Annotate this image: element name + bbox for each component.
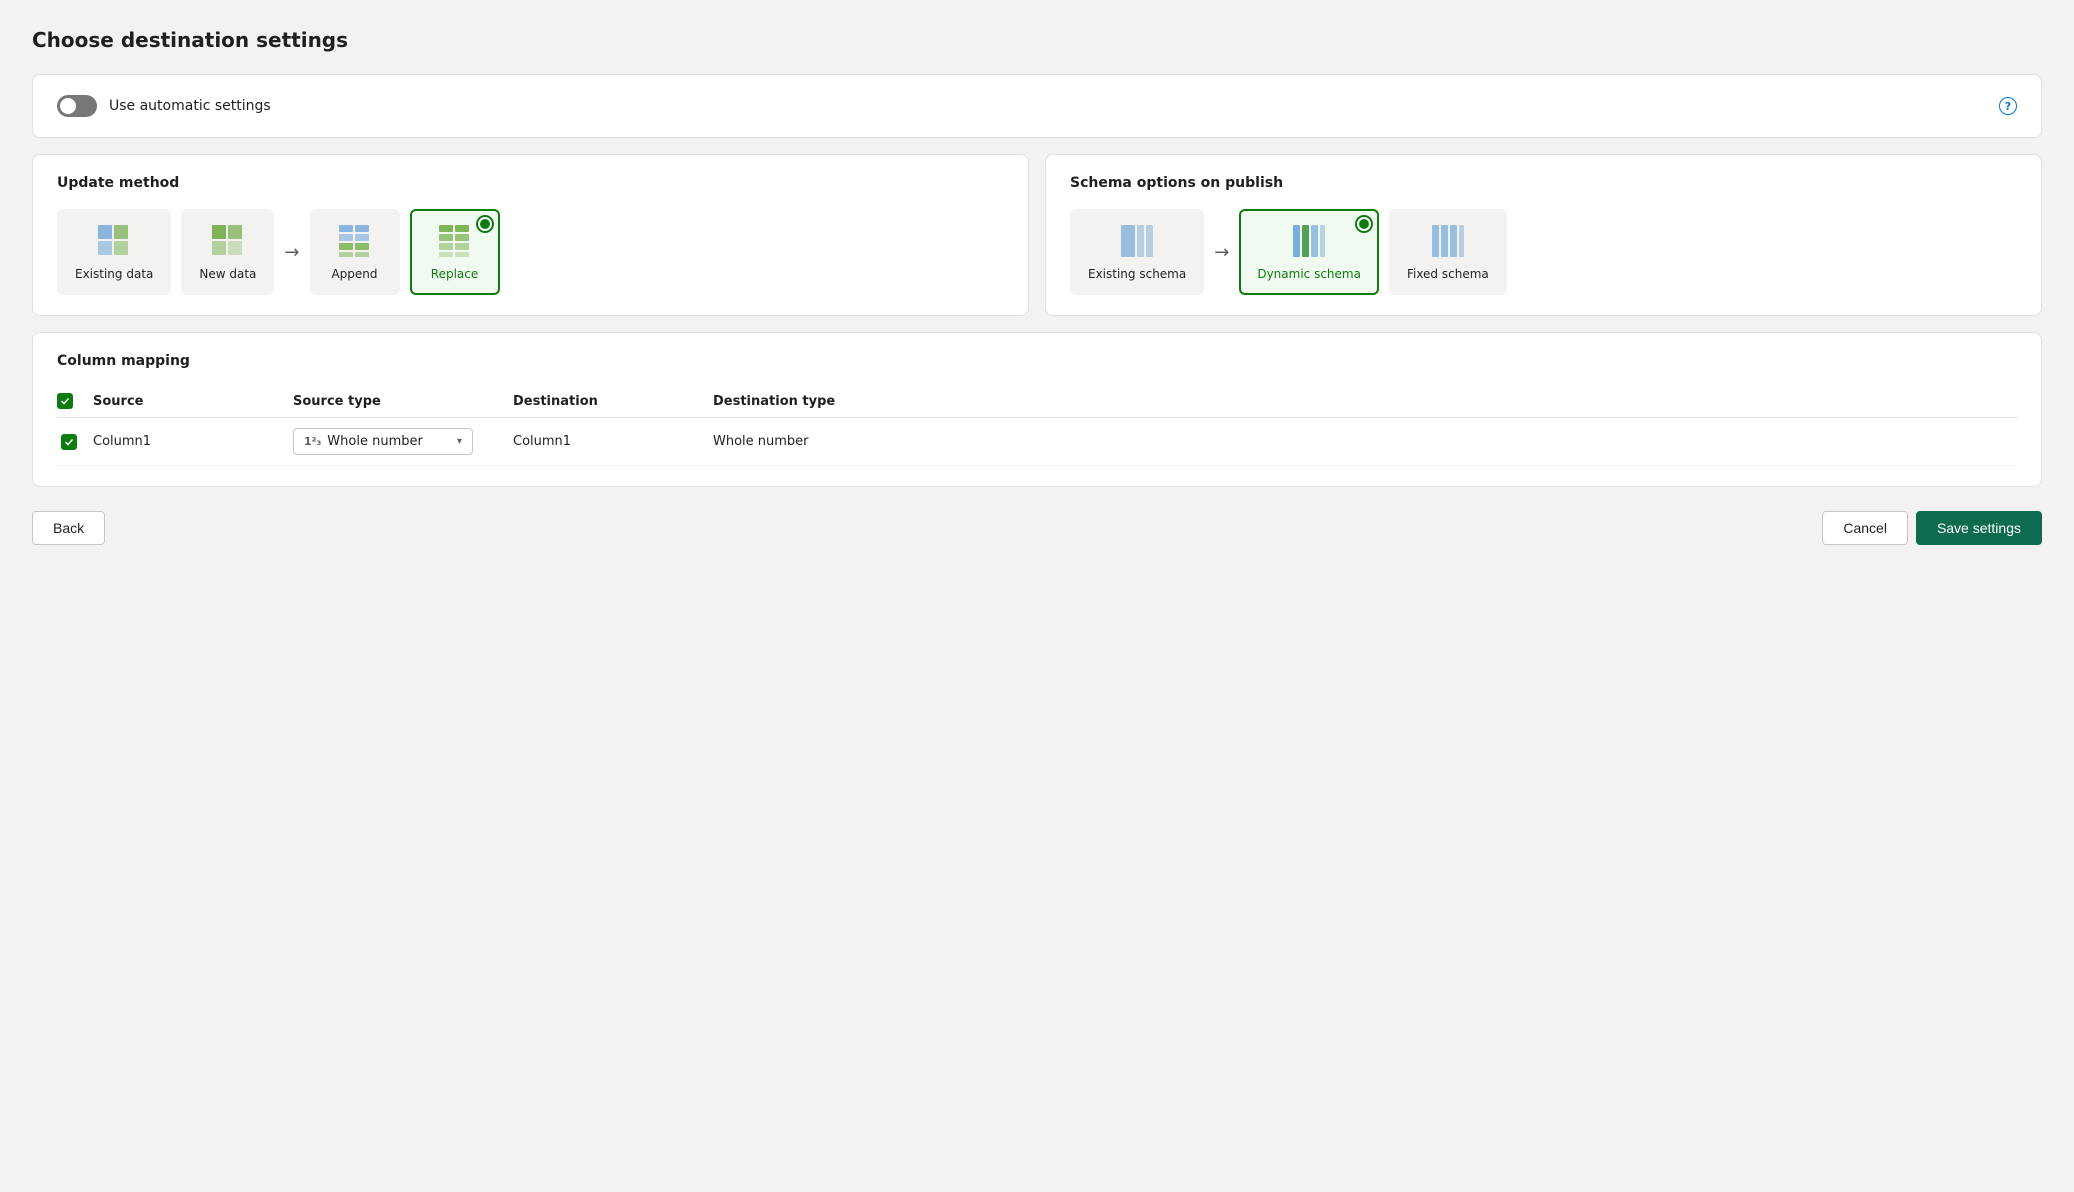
- method-option-append[interactable]: Append: [310, 209, 400, 295]
- row-source: Column1: [93, 418, 293, 466]
- row-destination-type: Whole number: [713, 418, 2017, 466]
- cancel-button[interactable]: Cancel: [1822, 511, 1908, 545]
- column-mapping-title: Column mapping: [57, 353, 2017, 369]
- existing-data-icon: [96, 223, 132, 259]
- auto-settings-card: Use automatic settings ?: [32, 74, 2042, 138]
- method-option-existing[interactable]: Existing data: [57, 209, 171, 295]
- header-destination-type: Destination type: [713, 385, 2017, 418]
- method-option-replace[interactable]: Replace: [410, 209, 500, 295]
- header-checkbox[interactable]: [57, 393, 73, 409]
- auto-settings-toggle[interactable]: [57, 95, 97, 117]
- row-source-type-cell: 1²₃ Whole number ▾: [293, 418, 513, 466]
- schema-arrow: →: [1214, 242, 1229, 263]
- replace-icon: [437, 223, 473, 259]
- append-icon: [337, 223, 373, 259]
- method-option-append-label: Append: [331, 267, 377, 281]
- new-data-icon: [210, 223, 246, 259]
- help-icon[interactable]: ?: [1999, 97, 2017, 115]
- existing-schema-icon: [1119, 223, 1155, 259]
- schema-options-row: Existing schema → Dynamic schema: [1070, 209, 2017, 295]
- method-option-replace-label: Replace: [431, 267, 478, 281]
- schema-option-fixed[interactable]: Fixed schema: [1389, 209, 1507, 295]
- row-checkbox[interactable]: [61, 434, 77, 450]
- method-option-existing-label: Existing data: [75, 267, 153, 281]
- method-option-new-label: New data: [199, 267, 256, 281]
- back-button[interactable]: Back: [32, 511, 105, 545]
- page-title: Choose destination settings: [32, 28, 2042, 52]
- source-type-value: Whole number: [327, 434, 423, 449]
- table-row: Column1 1²₃ Whole number ▾ Column1 Whole…: [57, 418, 2017, 466]
- schema-options-panel: Schema options on publish Existing schem…: [1045, 154, 2042, 316]
- row-checkbox-cell: [57, 418, 93, 466]
- header-source-type: Source type: [293, 385, 513, 418]
- schema-option-dynamic-label: Dynamic schema: [1257, 267, 1361, 281]
- update-method-title: Update method: [57, 175, 1004, 191]
- header-checkbox-col: [57, 385, 93, 418]
- row-destination: Column1: [513, 418, 713, 466]
- save-settings-button[interactable]: Save settings: [1916, 511, 2042, 545]
- column-mapping-table: Source Source type Destination Destinati…: [57, 385, 2017, 466]
- update-method-panel: Update method Existing data: [32, 154, 1029, 316]
- schema-option-fixed-label: Fixed schema: [1407, 267, 1489, 281]
- source-type-dropdown[interactable]: 1²₃ Whole number ▾: [293, 428, 473, 455]
- schema-option-existing[interactable]: Existing schema: [1070, 209, 1204, 295]
- schema-options-title: Schema options on publish: [1070, 175, 2017, 191]
- header-destination: Destination: [513, 385, 713, 418]
- bottom-bar: Back Cancel Save settings: [32, 511, 2042, 545]
- footer-right-buttons: Cancel Save settings: [1822, 511, 2042, 545]
- method-option-new[interactable]: New data: [181, 209, 274, 295]
- schema-option-existing-label: Existing schema: [1088, 267, 1186, 281]
- source-type-chevron: ▾: [457, 436, 462, 447]
- header-source: Source: [93, 385, 293, 418]
- schema-option-dynamic[interactable]: Dynamic schema: [1239, 209, 1379, 295]
- dynamic-selected-indicator: [1357, 217, 1371, 231]
- auto-settings-label: Use automatic settings: [109, 98, 271, 114]
- two-panel-row: Update method Existing data: [32, 154, 2042, 316]
- source-type-icon: 1²₃: [304, 435, 321, 448]
- dynamic-schema-icon: [1291, 223, 1327, 259]
- column-mapping-card: Column mapping Source Source type Destin…: [32, 332, 2042, 487]
- update-method-arrow: →: [284, 242, 299, 263]
- replace-selected-indicator: [478, 217, 492, 231]
- fixed-schema-icon: [1430, 223, 1466, 259]
- update-method-options-row: Existing data New data →: [57, 209, 1004, 295]
